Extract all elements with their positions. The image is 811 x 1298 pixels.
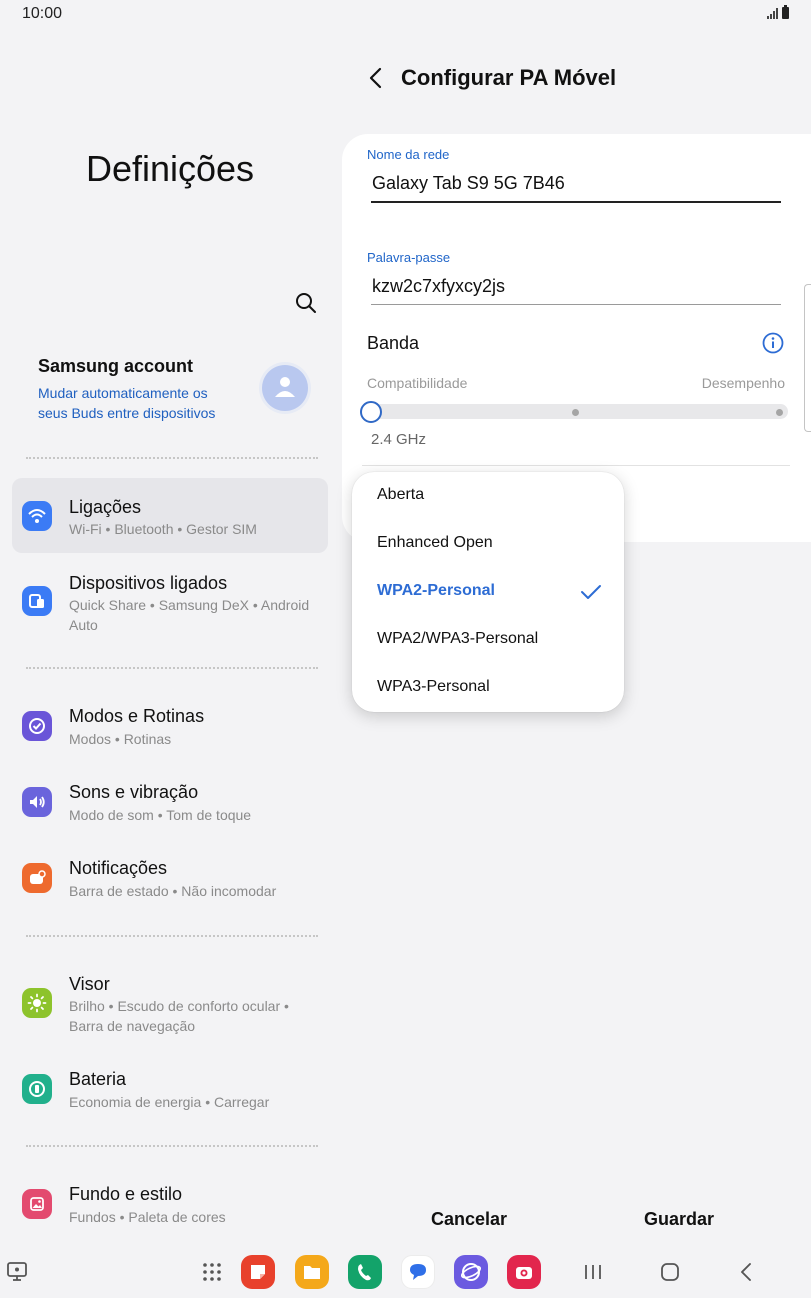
divider: [26, 667, 318, 669]
security-option-wpa3[interactable]: WPA3-Personal: [377, 678, 490, 696]
security-option-enhanced-open[interactable]: Enhanced Open: [377, 534, 493, 552]
camera-app-icon[interactable]: [507, 1255, 541, 1289]
menu-title: Dispositivos ligados: [69, 573, 228, 593]
recent-apps-icon[interactable]: [583, 1263, 603, 1281]
divider: [26, 457, 318, 459]
menu-subtitle: Brilho • Escudo de conforto ocular • Bar…: [69, 998, 289, 1034]
password-label: Palavra-passe: [367, 250, 451, 265]
menu-item-bateria[interactable]: Bateria Economia de energia • Carregar: [12, 1063, 328, 1123]
menu-item-dispositivos[interactable]: Dispositivos ligados Quick Share • Samsu…: [12, 565, 328, 645]
menu-item-visor[interactable]: Visor Brilho • Escudo de conforto ocular…: [12, 967, 328, 1047]
notes-app-icon[interactable]: [241, 1255, 275, 1289]
account-subtitle[interactable]: Mudar automaticamente os seus Buds entre…: [38, 383, 238, 423]
menu-title: Bateria: [69, 1069, 127, 1089]
divider: [26, 935, 318, 937]
slider-tick: [776, 409, 783, 416]
modes-icon: [22, 711, 52, 741]
cancel-button[interactable]: Cancelar: [431, 1209, 507, 1230]
band-label: Banda: [367, 333, 420, 353]
notification-icon: [22, 863, 52, 893]
battery-status-icon: [782, 5, 789, 19]
screen-share-icon[interactable]: [6, 1261, 30, 1283]
scrollbar[interactable]: [804, 284, 811, 432]
info-icon[interactable]: [762, 332, 784, 354]
menu-title: Sons e vibração: [69, 782, 199, 802]
security-option-wpa2-wpa3[interactable]: WPA2/WPA3-Personal: [377, 630, 538, 648]
settings-title: Definições: [85, 148, 255, 189]
menu-item-sons[interactable]: Sons e vibração Modo de som • Tom de toq…: [12, 776, 328, 836]
status-icons: [767, 5, 789, 19]
status-bar: 10:00: [0, 0, 811, 30]
check-icon: [581, 585, 601, 599]
phone-app-icon[interactable]: [348, 1255, 382, 1289]
security-dropdown: Aberta Enhanced Open WPA2-Personal WPA2/…: [352, 472, 624, 712]
menu-subtitle: Barra de estado • Não incomodar: [69, 883, 277, 899]
menu-title: Ligações: [69, 497, 142, 517]
network-name-underline: [371, 201, 781, 203]
security-option-aberta[interactable]: Aberta: [377, 486, 424, 504]
menu-item-modos[interactable]: Modos e Rotinas Modos • Rotinas: [12, 700, 328, 760]
sun-icon: [22, 988, 52, 1018]
avatar[interactable]: [262, 365, 308, 411]
menu-title: Fundo e estilo: [69, 1184, 183, 1204]
user-icon: [275, 377, 295, 397]
sound-icon: [22, 787, 52, 817]
security-option-wpa2[interactable]: WPA2-Personal: [377, 582, 495, 600]
menu-subtitle: Modos • Rotinas: [69, 731, 172, 747]
wifi-icon: [22, 501, 52, 531]
messages-app-icon[interactable]: [401, 1255, 435, 1289]
menu-subtitle: Wi-Fi • Bluetooth • Gestor SIM: [69, 521, 257, 537]
password-input[interactable]: kzw2c7xfyxcy2js: [372, 276, 505, 297]
network-name-label: Nome da rede: [367, 147, 450, 162]
band-performance-label: Desempenho: [701, 375, 785, 391]
menu-title: Visor: [69, 974, 110, 994]
signal-icon: [767, 7, 778, 19]
card-separator: [362, 465, 790, 466]
battery-icon: [22, 1074, 52, 1104]
menu-subtitle: Economia de energia • Carregar: [69, 1094, 270, 1110]
band-slider[interactable]: [364, 404, 788, 419]
menu-item-fundo[interactable]: Fundo e estilo Fundos • Paleta de cores: [12, 1178, 328, 1238]
divider: [26, 1145, 318, 1147]
search-icon[interactable]: [294, 291, 318, 315]
back-nav-icon[interactable]: [737, 1261, 755, 1283]
devices-icon: [22, 586, 52, 616]
password-underline: [371, 304, 781, 305]
menu-subtitle: Quick Share • Samsung DeX • Android Auto: [69, 597, 310, 633]
menu-subtitle: Fundos • Paleta de cores: [69, 1209, 226, 1225]
menu-subtitle: Modo de som • Tom de toque: [69, 807, 252, 823]
wallpaper-icon: [22, 1189, 52, 1219]
menu-title: Notificações: [69, 858, 168, 878]
menu-title: Modos e Rotinas: [69, 706, 205, 726]
band-compat-label: Compatibilidade: [367, 375, 468, 391]
internet-app-icon[interactable]: [454, 1255, 488, 1289]
app-drawer-icon[interactable]: [201, 1261, 223, 1283]
menu-item-ligacoes[interactable]: Ligações Wi-Fi • Bluetooth • Gestor SIM: [12, 478, 328, 553]
save-button[interactable]: Guardar: [644, 1209, 714, 1230]
back-arrow-icon[interactable]: [366, 66, 386, 90]
slider-tick: [572, 409, 579, 416]
menu-item-notificacoes[interactable]: Notificações Barra de estado • Não incom…: [12, 852, 328, 912]
network-name-input[interactable]: Galaxy Tab S9 5G 7B46: [372, 173, 565, 194]
band-value: 2.4 GHz: [371, 431, 427, 448]
page-title: Configurar PA Móvel: [401, 65, 617, 90]
files-app-icon[interactable]: [295, 1255, 329, 1289]
home-icon[interactable]: [659, 1262, 681, 1282]
status-time: 10:00: [22, 5, 63, 22]
band-slider-thumb[interactable]: [360, 401, 382, 423]
